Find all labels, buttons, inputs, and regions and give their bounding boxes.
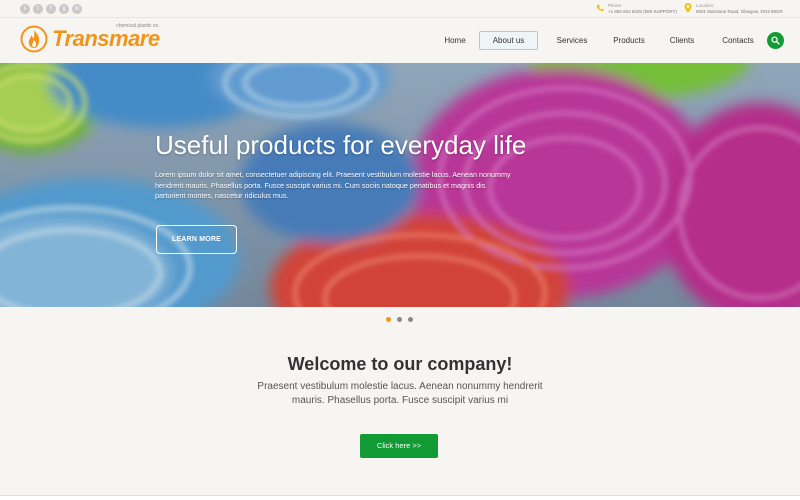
logo[interactable]: chemical plastic co. Transmare [20,23,160,53]
nav-products[interactable]: Products [600,31,658,50]
learn-more-button[interactable]: LEARN MORE [156,225,237,254]
phone-contact: Phone: +1 800 603 6035 (585-SUPPORT) [596,3,677,14]
phone-icon [596,4,604,12]
flame-logo-icon [20,25,48,53]
hero-slider: Useful products for everyday life Lorem … [0,63,800,307]
location-contact: Location: 9001 Marritone Road, Glasgow, … [684,3,783,14]
nav-home[interactable]: Home [434,31,476,50]
logo-brand: Transmare [52,26,160,51]
location-pin-icon [684,3,692,13]
section-divider [0,495,800,500]
twitter-icon[interactable]: t [33,4,43,14]
slide-dot-2[interactable] [397,317,402,322]
site-header: chemical plastic co. Transmare Home Abou… [0,18,800,63]
hero-title: Useful products for everyday life [155,130,527,160]
welcome-title: Welcome to our company! [287,354,513,374]
top-bar: s t f g in Phone: +1 800 603 6035 (585-S… [0,0,800,18]
main-nav: Home About us Services Products Clients … [434,31,770,50]
slider-pagination [386,317,413,322]
nav-services[interactable]: Services [544,31,600,50]
logo-tagline: chemical plastic co. [116,23,160,29]
google-plus-icon[interactable]: g [59,4,69,14]
hero-description: Lorem ipsum dolor sit amet, consectetuer… [155,170,511,200]
click-here-button[interactable]: Click here >> [360,434,438,458]
facebook-icon[interactable]: f [46,4,56,14]
social-links: s t f g in [20,4,82,14]
phone-number[interactable]: +1 800 603 6035 (585-SUPPORT) [608,9,677,14]
skype-icon[interactable]: s [20,4,30,14]
location-address: 9001 Marritone Road, Glasgow, DO4 89GR [696,8,783,14]
search-icon [771,36,780,45]
search-button[interactable] [767,32,784,49]
linkedin-icon[interactable]: in [72,4,82,14]
nav-contacts[interactable]: Contacts [706,31,770,50]
welcome-text: Praesent vestibulum molestie lacus. Aene… [257,381,543,406]
nav-clients[interactable]: Clients [658,31,706,50]
slide-dot-3[interactable] [408,317,413,322]
slide-dot-1[interactable] [386,317,391,322]
nav-about-us[interactable]: About us [479,31,538,50]
